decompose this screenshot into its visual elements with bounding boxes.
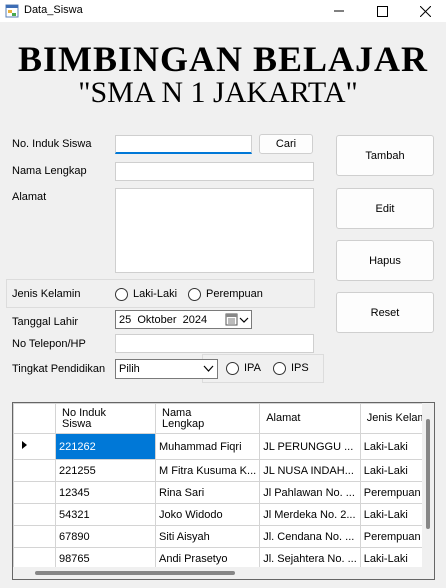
- banner-title: BIMBINGAN BELAJAR: [17, 39, 429, 79]
- edit-button[interactable]: Edit: [336, 188, 434, 229]
- cell-nis[interactable]: 54321: [55, 503, 156, 526]
- cell-alamat[interactable]: Jl Pahlawan No. ...: [259, 481, 361, 504]
- hapus-button[interactable]: Hapus: [336, 240, 434, 281]
- cell-nama[interactable]: Joko Widodo: [154, 503, 261, 526]
- tingkat-pendidikan-value: Pilih: [119, 363, 140, 375]
- horizontal-scrollbar[interactable]: [13, 567, 434, 579]
- table-row[interactable]: 221255 M Fitra Kusuma K... JL NUSA INDAH…: [13, 459, 434, 482]
- telepon-input[interactable]: [115, 334, 314, 353]
- cell-nama[interactable]: Siti Aisyah: [154, 525, 261, 548]
- column-header[interactable]: Alamat: [259, 403, 361, 434]
- vertical-scroll-thumb[interactable]: [426, 419, 430, 529]
- minimize-button[interactable]: [319, 0, 359, 22]
- tambah-button[interactable]: Tambah: [336, 135, 434, 176]
- chevron-down-icon: [203, 365, 214, 372]
- row-header[interactable]: [13, 459, 56, 482]
- row-header[interactable]: [13, 481, 56, 504]
- perempuan-radio[interactable]: [188, 288, 201, 301]
- ipa-label[interactable]: IPA: [244, 362, 261, 374]
- table-row[interactable]: 67890 Siti Aisyah Jl. Cendana No. ... Pe…: [13, 525, 434, 548]
- ipa-radio[interactable]: [226, 362, 239, 375]
- cell-nis[interactable]: 67890: [55, 525, 156, 548]
- window-title: Data_Siswa: [24, 4, 83, 16]
- cari-button[interactable]: Cari: [259, 134, 313, 154]
- row-header[interactable]: [13, 503, 56, 526]
- grid-table: No Induk Siswa Nama Lengkap Alamat Jenis…: [13, 403, 434, 570]
- app-icon: [5, 4, 19, 18]
- cell-nis[interactable]: 12345: [55, 481, 156, 504]
- banner-subtitle: "SMA N 1 JAKARTA": [78, 76, 358, 109]
- cell-nis[interactable]: 221262: [55, 433, 156, 460]
- close-icon: [419, 5, 431, 17]
- tingkat-pendidikan-label: Tingkat Pendidikan: [12, 363, 106, 375]
- cell-nama[interactable]: Muhammad Fiqri: [154, 433, 261, 460]
- column-header[interactable]: No Induk Siswa: [55, 403, 156, 434]
- minimize-icon: [334, 10, 344, 12]
- alamat-input[interactable]: [115, 188, 314, 273]
- data-grid[interactable]: No Induk Siswa Nama Lengkap Alamat Jenis…: [12, 402, 435, 580]
- cell-nis[interactable]: 221255: [55, 459, 156, 482]
- row-header[interactable]: [13, 433, 56, 460]
- laki-laki-radio[interactable]: [115, 288, 128, 301]
- close-button[interactable]: [405, 0, 445, 22]
- cell-alamat[interactable]: Jl. Cendana No. ...: [259, 525, 361, 548]
- table-row[interactable]: 54321 Joko Widodo Jl Merdeka No. 2... La…: [13, 503, 434, 526]
- row-header[interactable]: [13, 525, 56, 548]
- ips-label[interactable]: IPS: [291, 362, 309, 374]
- cell-alamat[interactable]: JL PERUNGGU ...: [259, 433, 361, 460]
- reset-button[interactable]: Reset: [336, 292, 434, 333]
- vertical-scrollbar[interactable]: [422, 403, 434, 567]
- column-header[interactable]: Nama Lengkap: [154, 403, 261, 434]
- cell-alamat[interactable]: JL NUSA INDAH...: [259, 459, 361, 482]
- calendar-dropdown-icon[interactable]: [225, 313, 249, 326]
- grid-header-row: No Induk Siswa Nama Lengkap Alamat Jenis…: [13, 403, 434, 434]
- nama-label: Nama Lengkap: [12, 165, 87, 177]
- telepon-label: No Telepon/HP: [12, 338, 86, 350]
- cell-alamat[interactable]: Jl Merdeka No. 2...: [259, 503, 361, 526]
- tanggal-lahir-label: Tanggal Lahir: [12, 316, 79, 328]
- current-row-arrow-icon: [22, 441, 27, 449]
- nis-input[interactable]: [115, 135, 252, 154]
- perempuan-label[interactable]: Perempuan: [206, 288, 263, 300]
- nama-input[interactable]: [115, 162, 314, 181]
- table-row[interactable]: 12345 Rina Sari Jl Pahlawan No. ... Pere…: [13, 481, 434, 504]
- horizontal-scroll-thumb[interactable]: [35, 571, 235, 575]
- maximize-button[interactable]: [362, 0, 402, 22]
- cell-nama[interactable]: Rina Sari: [154, 481, 261, 504]
- cell-nama[interactable]: M Fitra Kusuma K...: [154, 459, 261, 482]
- alamat-label: Alamat: [12, 191, 47, 203]
- table-row[interactable]: 221262 Muhammad Fiqri JL PERUNGGU ... La…: [13, 433, 434, 460]
- laki-laki-label[interactable]: Laki-Laki: [133, 288, 177, 300]
- jenis-kelamin-label: Jenis Kelamin: [12, 288, 81, 300]
- tanggal-lahir-value: 25 Oktober 2024: [119, 313, 208, 326]
- grid-corner: [13, 403, 56, 434]
- ips-radio[interactable]: [273, 362, 286, 375]
- maximize-icon: [376, 5, 388, 17]
- nis-label: No. Induk Siswa: [12, 138, 92, 150]
